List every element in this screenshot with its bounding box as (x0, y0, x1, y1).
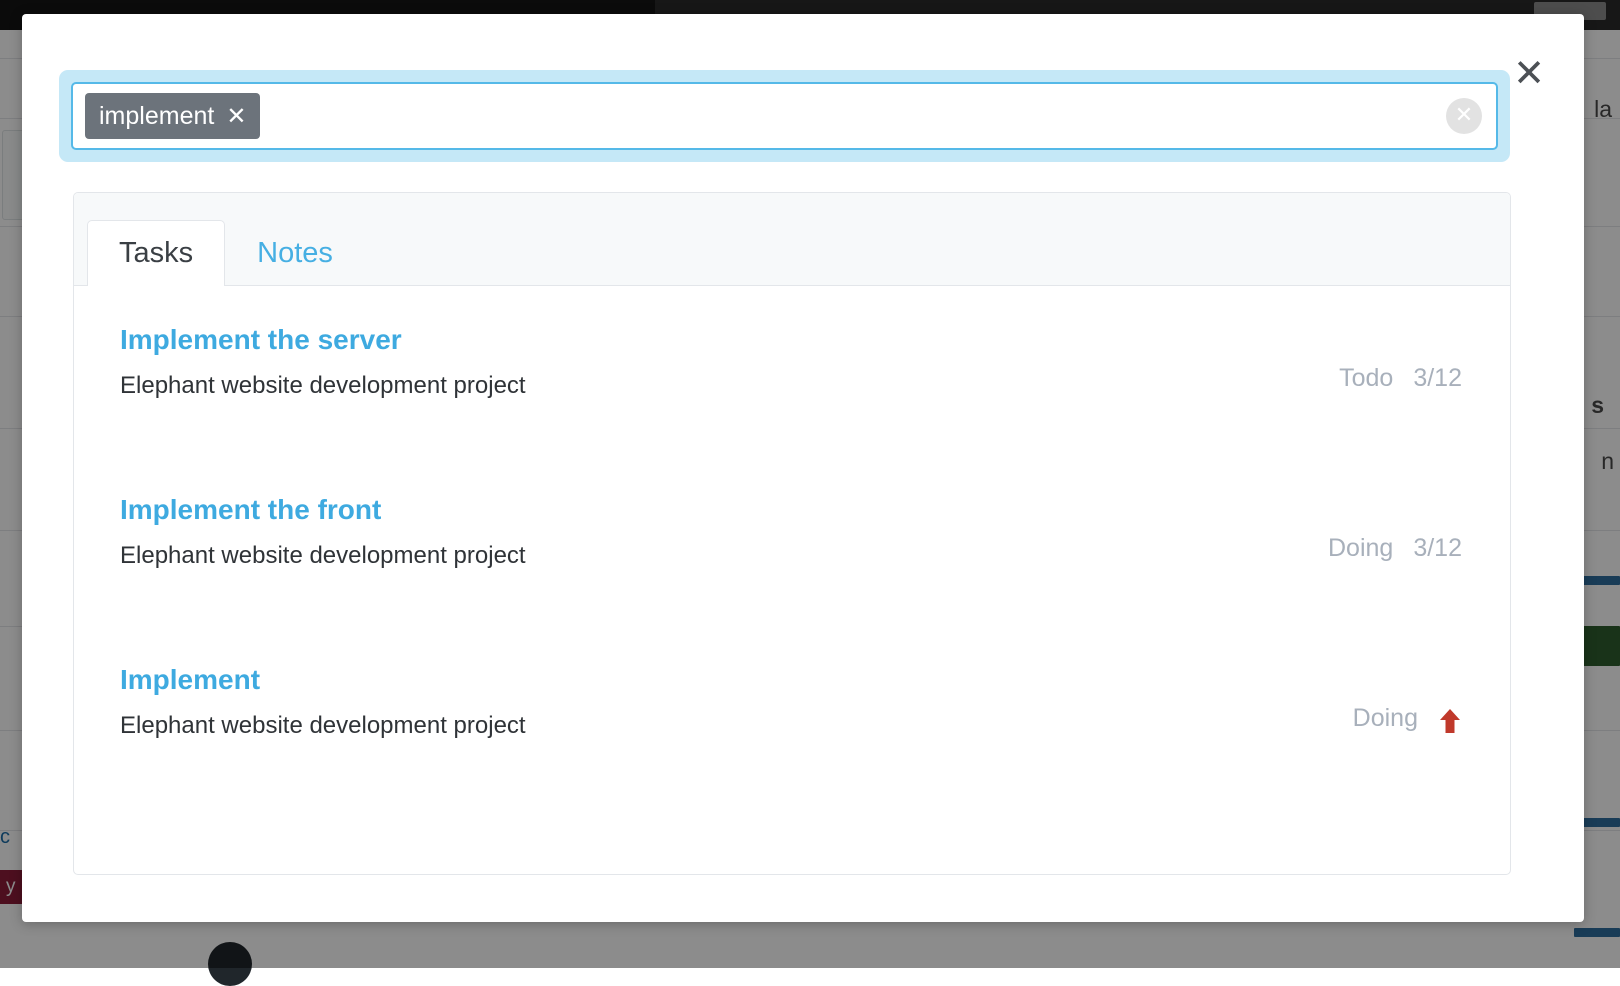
search-input[interactable] (260, 84, 1484, 148)
tab-notes-label: Notes (257, 237, 333, 270)
result-title[interactable]: Implement the front (120, 494, 381, 526)
result-meta: Doing 3/12 (1328, 534, 1462, 563)
result-meta: Doing (1353, 704, 1462, 733)
search-token-label: implement (99, 102, 214, 131)
close-icon[interactable]: ✕ (1512, 56, 1546, 90)
result-title[interactable]: Implement (120, 664, 260, 696)
result-project: Elephant website development project (120, 712, 1458, 740)
high-priority-arrow-icon (1438, 708, 1462, 734)
result-project: Elephant website development project (120, 542, 1458, 570)
status-badge: Doing (1328, 534, 1393, 563)
tab-notes[interactable]: Notes (225, 220, 365, 286)
due-date: 3/12 (1413, 534, 1462, 563)
result-row[interactable]: Implement the server Elephant website de… (74, 286, 1510, 456)
search-field[interactable]: implement ✕ ✕ (71, 82, 1498, 150)
result-row[interactable]: Implement Elephant website development p… (74, 626, 1510, 796)
status-badge: Doing (1353, 704, 1418, 733)
search-field-focus-ring: implement ✕ ✕ (59, 70, 1510, 162)
status-badge: Todo (1339, 364, 1393, 393)
search-token-implement[interactable]: implement ✕ (85, 93, 260, 139)
result-row[interactable]: Implement the front Elephant website dev… (74, 456, 1510, 626)
due-date: 3/12 (1413, 364, 1462, 393)
search-results-card: Tasks Notes Implement the server Elephan… (73, 192, 1511, 875)
tab-tasks[interactable]: Tasks (87, 220, 225, 286)
results-list: Implement the server Elephant website de… (74, 286, 1510, 796)
clear-search-icon[interactable]: ✕ (1446, 98, 1482, 134)
results-tabs: Tasks Notes (74, 193, 1510, 286)
result-meta: Todo 3/12 (1339, 364, 1462, 393)
search-modal: ✕ implement ✕ ✕ Tasks Notes Implement th… (22, 14, 1584, 922)
result-title[interactable]: Implement the server (120, 324, 402, 356)
tab-tasks-label: Tasks (119, 237, 193, 270)
result-project: Elephant website development project (120, 372, 1458, 400)
token-remove-icon[interactable]: ✕ (226, 104, 246, 128)
